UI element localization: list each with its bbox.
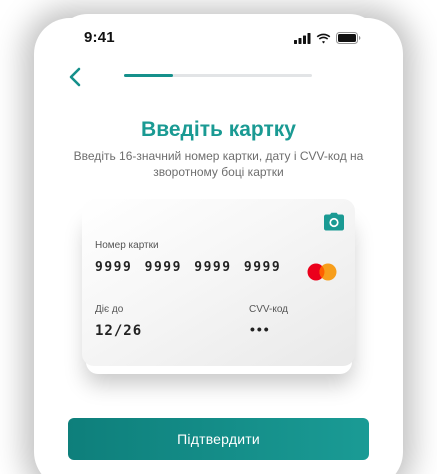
status-icons bbox=[294, 31, 361, 49]
expiry-label: Діє до bbox=[95, 304, 124, 315]
cellular-signal-icon bbox=[294, 31, 311, 49]
page-title: Введіть картку bbox=[141, 118, 296, 141]
scan-card-button[interactable] bbox=[323, 212, 345, 232]
status-bar: 9:41 bbox=[54, 14, 383, 58]
page-subtitle: Введіть 16-значний номер картки, дату і … bbox=[73, 149, 364, 179]
cvv-label: CVV-код bbox=[249, 304, 289, 315]
cvv-value[interactable]: ••• bbox=[250, 321, 271, 337]
progress-bar bbox=[124, 74, 312, 77]
camera-icon bbox=[323, 212, 345, 236]
phone-frame: 9:41 Введіть картку Введіть 16-значний н… bbox=[54, 14, 383, 474]
mastercard-logo bbox=[305, 262, 339, 282]
card-number-value[interactable]: 9999 9999 9999 9999 bbox=[95, 260, 281, 275]
card-number-label: Номер картки bbox=[95, 240, 159, 251]
chevron-left-icon bbox=[68, 67, 82, 92]
screen: 9:41 Введіть картку Введіть 16-значний н… bbox=[0, 0, 437, 474]
status-time: 9:41 bbox=[84, 29, 115, 46]
back-button[interactable] bbox=[60, 64, 90, 94]
progress-fill bbox=[124, 74, 173, 77]
expiry-value[interactable]: 12/26 bbox=[95, 323, 142, 339]
wifi-icon bbox=[316, 31, 331, 49]
battery-icon bbox=[336, 31, 361, 49]
payment-card: Номер картки 9999 9999 9999 9999 Діє до … bbox=[82, 199, 355, 366]
confirm-button[interactable]: Підтвердити bbox=[68, 418, 369, 460]
